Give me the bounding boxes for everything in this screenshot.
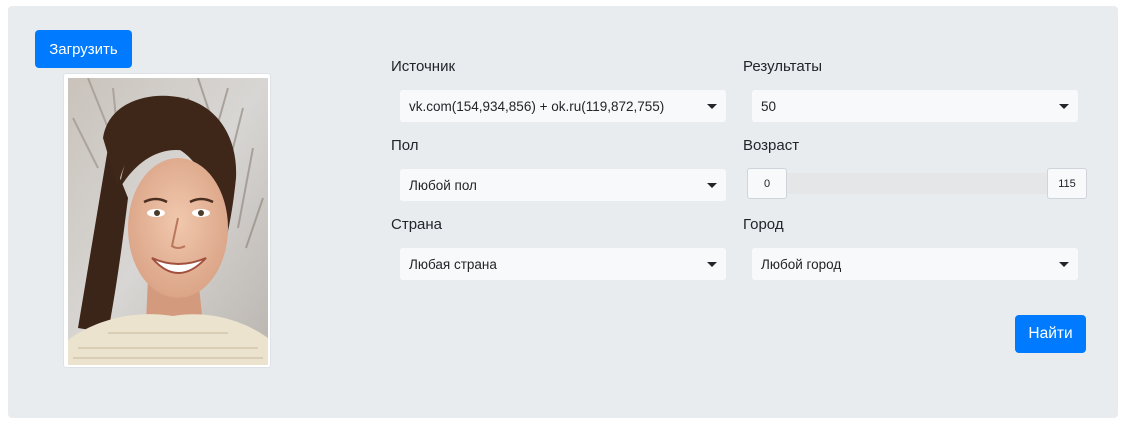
results-select[interactable]: 50 <box>752 90 1078 122</box>
country-value: Любая страна <box>409 256 497 272</box>
caret-down-icon <box>707 261 717 267</box>
city-value: Любой город <box>761 256 842 272</box>
age-range-slider[interactable]: 0 115 <box>747 168 1087 199</box>
city-select[interactable]: Любой город <box>752 248 1078 280</box>
gender-select[interactable]: Любой пол <box>400 169 726 201</box>
caret-down-icon <box>707 103 717 109</box>
source-value: vk.com(154,934,856) + ok.ru(119,872,755) <box>409 98 665 114</box>
portrait-image <box>68 78 268 365</box>
age-range-track[interactable] <box>785 173 1049 194</box>
country-label: Страна <box>391 216 443 233</box>
source-label: Источник <box>391 58 456 75</box>
age-max-handle[interactable]: 115 <box>1047 168 1087 199</box>
gender-value: Любой пол <box>409 177 477 193</box>
results-value: 50 <box>761 98 777 114</box>
age-label: Возраст <box>743 137 800 154</box>
city-label: Город <box>743 216 784 233</box>
upload-button[interactable]: Загрузить <box>35 30 132 68</box>
age-min-handle[interactable]: 0 <box>747 168 787 199</box>
uploaded-photo <box>63 73 271 368</box>
gender-label: Пол <box>391 137 419 154</box>
caret-down-icon <box>1059 261 1069 267</box>
caret-down-icon <box>1059 103 1069 109</box>
results-label: Результаты <box>743 58 822 75</box>
country-select[interactable]: Любая страна <box>400 248 726 280</box>
search-button[interactable]: Найти <box>1015 315 1086 353</box>
source-select[interactable]: vk.com(154,934,856) + ok.ru(119,872,755) <box>400 90 726 122</box>
caret-down-icon <box>707 182 717 188</box>
